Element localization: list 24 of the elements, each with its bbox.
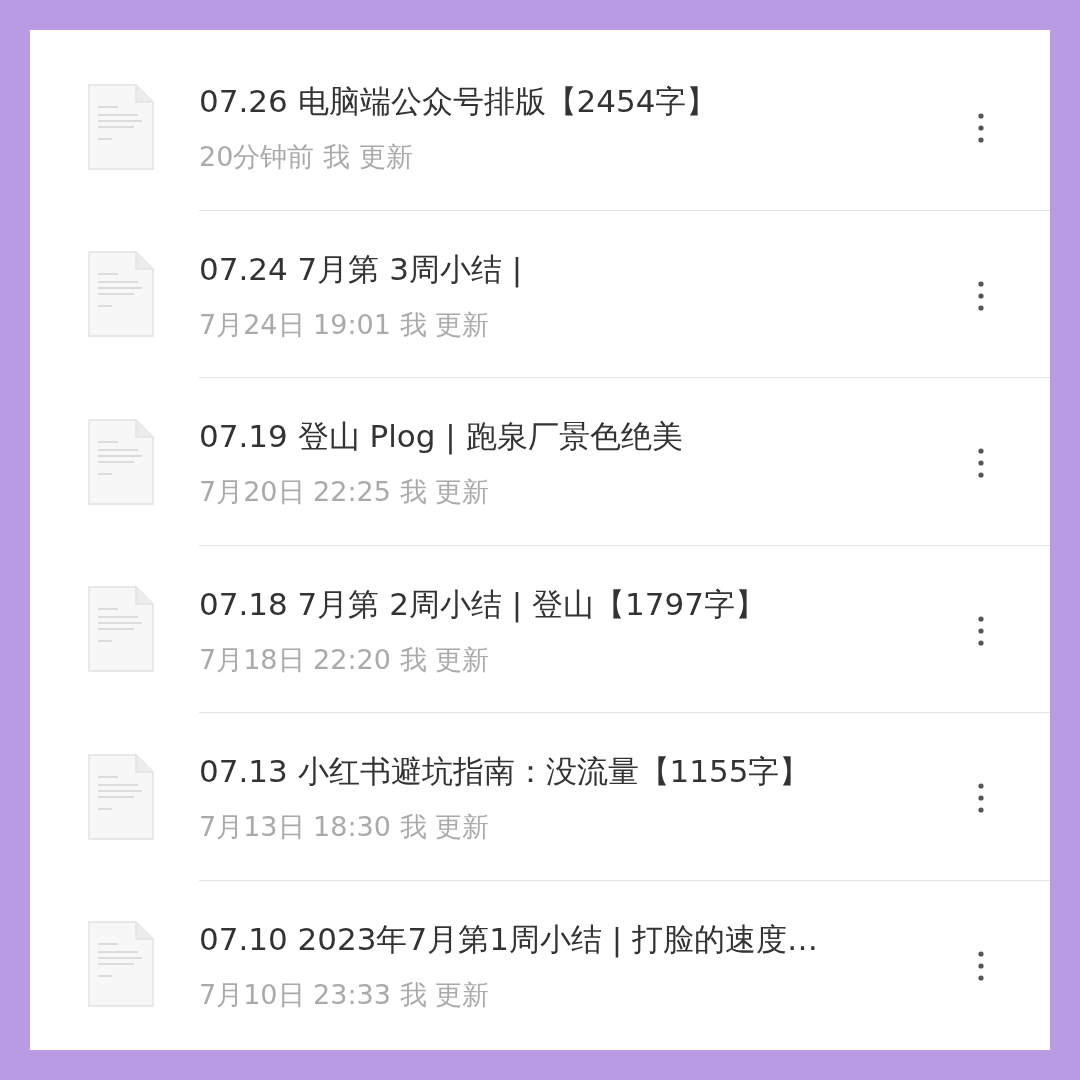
- document-title[interactable]: 07.18 7月第 2周小结 | 登山【1797字】: [199, 583, 766, 626]
- document-icon: [88, 418, 154, 505]
- update-info: 7月13日 18:30 我 更新: [199, 810, 490, 845]
- more-options-icon[interactable]: [978, 280, 984, 311]
- document-icon: [88, 251, 154, 338]
- more-options-icon[interactable]: [978, 950, 984, 981]
- document-title[interactable]: 07.24 7月第 3周小结 |: [199, 248, 523, 291]
- document-title[interactable]: 07.10 2023年7月第1周小结 | 打脸的速度…: [199, 919, 819, 962]
- update-info: 7月10日 23:33 我 更新: [199, 978, 490, 1013]
- more-options-icon[interactable]: [978, 448, 984, 478]
- update-info: 7月18日 22:20 我 更新: [199, 642, 490, 677]
- document-icon: [88, 586, 154, 673]
- update-info: 7月20日 22:25 我 更新: [199, 475, 490, 510]
- more-options-icon[interactable]: [978, 783, 984, 813]
- document-icon: [88, 921, 154, 1008]
- document-icon: [88, 83, 154, 170]
- document-icon: [88, 753, 154, 840]
- document-title[interactable]: 07.26 电脑端公众号排版【2454字】: [199, 81, 718, 124]
- document-title[interactable]: 07.19 登山 Plog | 跑泉厂景色绝美: [199, 416, 683, 459]
- document-title[interactable]: 07.13 小红书避坑指南：没流量【1155字】: [199, 751, 811, 794]
- more-options-icon[interactable]: [978, 615, 984, 646]
- more-options-icon[interactable]: [978, 113, 984, 143]
- update-info: 20分钟前 我 更新: [199, 140, 413, 175]
- update-info: 7月24日 19:01 我 更新: [199, 307, 490, 342]
